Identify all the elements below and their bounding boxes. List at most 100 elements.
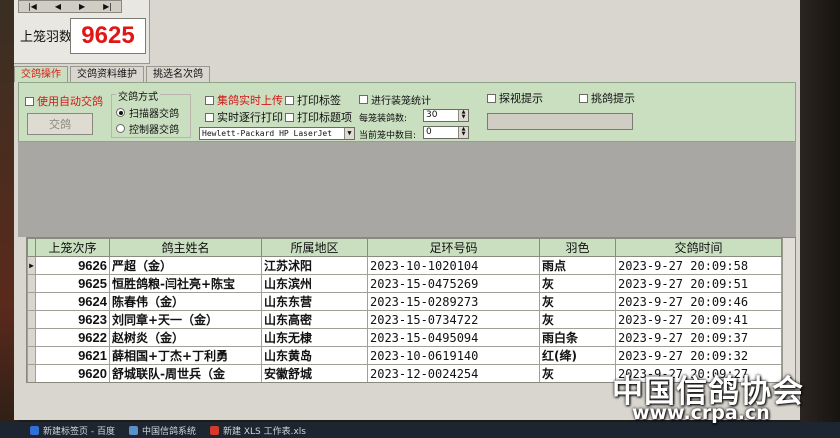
cell-time: 2023-9-27 20:09:51 bbox=[615, 274, 782, 293]
table-row[interactable]: 9624 陈春伟（金） 山东东营 2023-15-0289273 灰 2023-… bbox=[27, 292, 795, 311]
cell-owner: 恒胜鸽粮-闫社亮+陈宝 bbox=[109, 274, 262, 293]
browser-icon bbox=[30, 425, 39, 435]
pick-hint-checkbox[interactable]: 挑鸽提示 bbox=[579, 90, 635, 106]
checkbox-box bbox=[285, 95, 294, 105]
column-header[interactable]: 足环号码 bbox=[367, 238, 540, 257]
cell-color: 雨白条 bbox=[539, 328, 616, 347]
print-header-checkbox[interactable]: 打印标题项 bbox=[285, 109, 352, 125]
cage-stats-checkbox[interactable]: 进行装笼统计 bbox=[359, 92, 431, 107]
release-mode-group: 交鸽方式 扫描器交鸽 控制器交鸽 bbox=[111, 88, 191, 138]
row-indicator bbox=[27, 274, 36, 293]
last-record-button[interactable]: ▶| bbox=[103, 2, 112, 11]
stepper-arrows-icon[interactable]: ▲ ▼ bbox=[458, 127, 468, 138]
cell-ring: 2023-15-0495094 bbox=[367, 328, 540, 347]
print-header-label: 打印标题项 bbox=[297, 111, 352, 124]
cell-order: 9623 bbox=[35, 310, 110, 329]
cell-owner: 陈春伟（金） bbox=[109, 292, 262, 311]
release-control-panel: 使用自动交鸽 交鸽 交鸽方式 扫描器交鸽 控制器交鸽 集鸽实时上传 打印标签 实… bbox=[18, 82, 796, 142]
cell-color: 灰 bbox=[539, 310, 616, 329]
watch-hint-checkbox[interactable]: 探视提示 bbox=[487, 90, 543, 106]
radio-dot bbox=[116, 108, 125, 117]
cell-region: 山东黄岛 bbox=[261, 346, 368, 365]
pick-hint-label: 挑鸽提示 bbox=[591, 92, 635, 105]
table-vertical-scrollbar[interactable] bbox=[782, 238, 795, 383]
column-header[interactable]: 所属地区 bbox=[261, 238, 368, 257]
cell-order: 9620 bbox=[35, 364, 110, 382]
cell-owner: 舒城联队-周世兵（金 bbox=[109, 364, 262, 382]
realtime-upload-label: 集鸽实时上传 bbox=[217, 94, 283, 107]
row-indicator bbox=[27, 328, 36, 347]
taskbar-item-label: 中国信鸽系统 bbox=[141, 426, 196, 437]
taskbar: 新建标签页 - 百度 中国信鸽系统 新建 XLS 工作表.xls bbox=[0, 422, 840, 438]
realtime-upload-checkbox[interactable]: 集鸽实时上传 bbox=[205, 92, 283, 108]
next-record-button[interactable]: ▶ bbox=[79, 2, 85, 11]
first-record-button[interactable]: |◀ bbox=[28, 2, 37, 11]
release-button[interactable]: 交鸽 bbox=[27, 113, 93, 135]
cell-region: 江苏沭阳 bbox=[261, 256, 368, 275]
prev-record-button[interactable]: ◀ bbox=[55, 2, 61, 11]
cell-region: 山东高密 bbox=[261, 310, 368, 329]
print-label-checkbox[interactable]: 打印标签 bbox=[285, 92, 341, 108]
pigeon-count-value: 9625 bbox=[70, 18, 146, 54]
table-row[interactable]: 9625 恒胜鸽粮-闫社亮+陈宝 山东滨州 2023-15-0475269 灰 … bbox=[27, 274, 795, 293]
table-row[interactable]: 9623 刘同章+天一（金） 山东高密 2023-15-0734722 灰 20… bbox=[27, 310, 795, 329]
checkbox-box bbox=[285, 112, 294, 122]
cell-ring: 2023-15-0289273 bbox=[367, 292, 540, 311]
column-header[interactable]: 羽色 bbox=[539, 238, 616, 257]
pigeon-count-label: 上笼羽数: bbox=[20, 30, 77, 45]
background-photo-right bbox=[800, 0, 840, 438]
cell-color: 雨点 bbox=[539, 256, 616, 275]
row-indicator-header bbox=[27, 238, 36, 257]
column-header[interactable]: 交鸽时间 bbox=[615, 238, 782, 257]
tab-select-ranked[interactable]: 挑选名次鸽 bbox=[146, 66, 210, 82]
cell-region: 山东无棣 bbox=[261, 328, 368, 347]
checkbox-box bbox=[359, 95, 368, 104]
cell-time: 2023-9-27 20:09:37 bbox=[615, 328, 782, 347]
table-row[interactable]: ▶ 9626 严超（金） 江苏沭阳 2023-10-1020104 雨点 202… bbox=[27, 256, 795, 275]
row-indicator bbox=[27, 310, 36, 329]
checkbox-box bbox=[487, 93, 496, 103]
auto-release-checkbox[interactable]: 使用自动交鸽 bbox=[25, 93, 103, 109]
cell-ring: 2023-10-0619140 bbox=[367, 346, 540, 365]
cell-order: 9621 bbox=[35, 346, 110, 365]
cell-color: 灰 bbox=[539, 292, 616, 311]
current-count-stepper[interactable]: 0 ▲ ▼ bbox=[423, 126, 469, 139]
cell-time: 2023-9-27 20:09:41 bbox=[615, 310, 782, 329]
taskbar-item-spreadsheet[interactable]: 新建 XLS 工作表.xls bbox=[210, 424, 306, 437]
tab-release-operation[interactable]: 交鸽操作 bbox=[14, 66, 68, 82]
tab-bar: 交鸽操作 交鸽资料维护 挑选名次鸽 bbox=[14, 66, 212, 82]
current-count-value: 0 bbox=[426, 127, 432, 137]
watermark-url: www.crpa.cn bbox=[632, 402, 770, 424]
current-count-label: 当前笼中数目: bbox=[359, 131, 417, 141]
printer-select[interactable]: Hewlett-Packard HP LaserJet ▼ bbox=[199, 127, 355, 140]
cell-owner: 薛相国+丁杰+丁利勇 bbox=[109, 346, 262, 365]
tab-release-data-maintenance[interactable]: 交鸽资料维护 bbox=[70, 66, 144, 82]
realtime-print-checkbox[interactable]: 实时逐行打印 bbox=[205, 109, 283, 125]
cage-stats-label: 进行装笼统计 bbox=[371, 96, 431, 107]
radio-dot bbox=[116, 124, 125, 133]
cell-color: 红(绛) bbox=[539, 346, 616, 365]
table-row[interactable]: 9621 薛相国+丁杰+丁利勇 山东黄岛 2023-10-0619140 红(绛… bbox=[27, 346, 795, 365]
realtime-print-label: 实时逐行打印 bbox=[217, 111, 283, 124]
stepper-arrows-icon[interactable]: ▲ ▼ bbox=[458, 110, 468, 121]
column-header[interactable]: 鸽主姓名 bbox=[109, 238, 262, 257]
cell-region: 安徽舒城 bbox=[261, 364, 368, 382]
taskbar-item-pigeon-system[interactable]: 中国信鸽系统 bbox=[128, 424, 196, 437]
cell-region: 山东滨州 bbox=[261, 274, 368, 293]
chevron-down-icon: ▼ bbox=[344, 128, 354, 139]
table-row[interactable]: 9622 赵树炎（金） 山东无棣 2023-15-0495094 雨白条 202… bbox=[27, 328, 795, 347]
auto-release-label: 使用自动交鸽 bbox=[37, 95, 103, 108]
mode-controller-radio[interactable]: 控制器交鸽 bbox=[116, 121, 179, 136]
cell-owner: 赵树炎（金） bbox=[109, 328, 262, 347]
release-records-table: 上笼次序 鸽主姓名 所属地区 足环号码 羽色 交鸽时间 ▶ 9626 严超（金）… bbox=[26, 237, 796, 383]
app-icon bbox=[128, 425, 138, 435]
taskbar-item-browser[interactable]: 新建标签页 - 百度 bbox=[30, 424, 115, 437]
per-cage-stepper[interactable]: 30 ▲ ▼ bbox=[423, 109, 469, 122]
cell-order: 9624 bbox=[35, 292, 110, 311]
cell-order: 9622 bbox=[35, 328, 110, 347]
mode-scanner-radio[interactable]: 扫描器交鸽 bbox=[116, 105, 179, 120]
watch-hint-label: 探视提示 bbox=[499, 92, 543, 105]
column-header[interactable]: 上笼次序 bbox=[35, 238, 110, 257]
per-cage-label: 每笼装鸽数: bbox=[359, 114, 408, 124]
mode-controller-label: 控制器交鸽 bbox=[129, 125, 179, 136]
